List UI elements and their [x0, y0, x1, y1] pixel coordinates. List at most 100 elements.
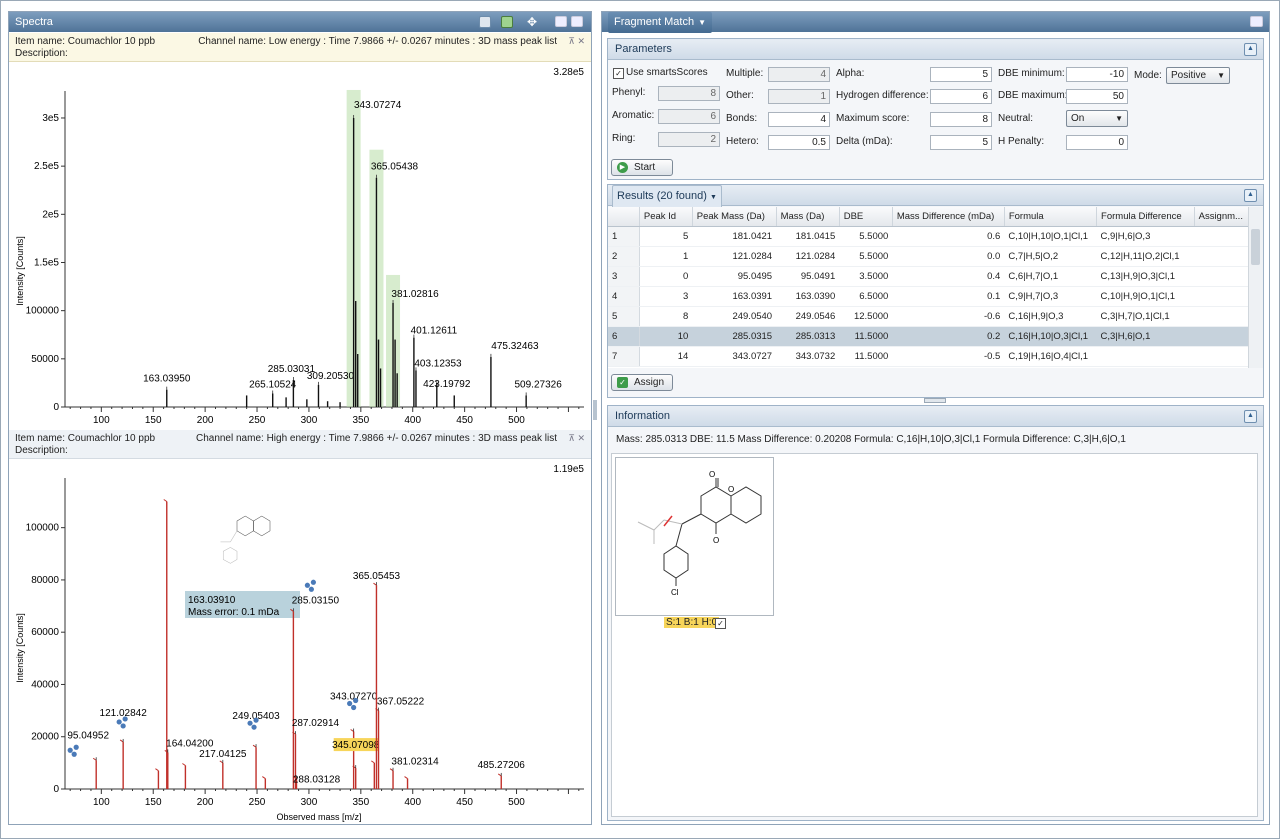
high-channel-name: Channel name: High energy : Time 7.9866 … — [195, 433, 557, 444]
chevron-down-icon: ▼ — [709, 194, 717, 201]
peak-cap — [219, 760, 224, 764]
mode-select[interactable]: Positive ▼ — [1166, 67, 1230, 84]
table-row[interactable]: 4 3 163.0391 163.0390 6.5000 0.1 C,9|H,7|O,3 C,… — [608, 286, 1263, 307]
table-cell: C,3|H,6|O,1 — [1096, 326, 1195, 347]
fragment-title: Fragment Match — [614, 16, 695, 28]
table-cell: 249.0546 — [776, 306, 840, 327]
x-tick-label: 300 — [301, 415, 318, 426]
maximize-icon[interactable] — [571, 16, 583, 27]
neutral-select[interactable]: On ▼ — [1066, 110, 1128, 127]
scroll-thumb[interactable] — [1251, 229, 1260, 265]
column-header[interactable]: Formula — [1004, 207, 1098, 227]
table-cell: 3.5000 — [839, 266, 893, 287]
hetero-field[interactable]: 0.5 — [768, 135, 830, 150]
y-tick-label: 100000 — [26, 306, 60, 317]
y-tick-label: 20000 — [31, 732, 59, 743]
pin-close-icon-2[interactable]: ⊼ ✕ — [568, 433, 585, 444]
column-header[interactable]: Mass Difference (mDa) — [892, 207, 1005, 227]
table-row[interactable]: 2 1 121.0284 121.0284 5.5000 0.0 C,7|H,5|O,2 C,… — [608, 246, 1263, 267]
y-tick-label: 80000 — [31, 575, 59, 586]
ring-label: Ring: — [612, 133, 636, 144]
table-cell: 8 — [639, 306, 693, 327]
peak-label: 285.03150 — [292, 595, 340, 606]
phenyl-field[interactable]: 8 — [658, 86, 720, 101]
information-header: Information ▲ — [608, 406, 1263, 427]
row-header-corner — [608, 207, 640, 227]
spectra-title: Spectra — [15, 16, 53, 28]
table-row[interactable]: 5 8 249.0540 249.0546 12.5000 -0.6 C,16|H,9|O,… — [608, 306, 1263, 327]
use-smarts-checkbox[interactable]: ✓ — [613, 68, 624, 79]
table-row[interactable]: 3 0 95.0495 95.0491 3.5000 0.4 C,6|H,7|O,1 C,13… — [608, 266, 1263, 287]
table-cell: C,3|H,7|O,1|Cl,1 — [1096, 306, 1195, 327]
hdiff-field[interactable]: 6 — [930, 89, 992, 104]
table-cell: 10 — [639, 326, 693, 347]
high-max-intensity: 1.19e5 — [553, 464, 584, 475]
multiple-field[interactable]: 4 — [768, 67, 830, 82]
y-tick-label: 50000 — [31, 354, 59, 365]
pin-close-icon[interactable]: ⊼ ✕ — [568, 36, 585, 47]
collapse-parameters-icon[interactable]: ▲ — [1244, 43, 1257, 56]
peak-label: 381.02816 — [391, 289, 439, 300]
x-tick-label: 400 — [404, 797, 421, 808]
structure-checkbox[interactable]: ✓ — [715, 618, 726, 629]
table-cell: C,16|H,10|O,3|Cl,1 — [1004, 326, 1097, 347]
delta-field[interactable]: 5 — [930, 135, 992, 150]
results-scrollbar[interactable] — [1248, 207, 1263, 368]
horizontal-splitter[interactable] — [924, 398, 946, 403]
table-cell: 343.0727 — [692, 346, 777, 367]
column-header[interactable]: Peak Id — [639, 207, 693, 227]
table-row[interactable]: 7 14 343.0727 343.0732 11.5000 -0.5 C,19|H,16|… — [608, 346, 1263, 367]
assign-label: Assign — [634, 377, 665, 388]
y-tick-label: 2.5e5 — [34, 161, 59, 172]
table-cell: -0.6 — [892, 306, 1005, 327]
table-cell: C,13|H,9|O,3|Cl,1 — [1096, 266, 1195, 287]
table-cell: 181.0415 — [776, 226, 840, 247]
start-button[interactable]: ▶ Start — [611, 159, 673, 176]
fragment-dot — [71, 751, 77, 757]
high-spectrum-plot[interactable]: 1.19e5 Intensity [Counts] Observed mass … — [9, 458, 591, 822]
dbemin-field[interactable]: -10 — [1066, 67, 1128, 82]
column-header[interactable]: Formula Difference — [1096, 207, 1195, 227]
ring-field[interactable]: 2 — [658, 132, 720, 147]
fragment-dot — [353, 697, 359, 704]
panel-options-icon[interactable] — [1250, 16, 1263, 27]
pan-icon[interactable]: ✥ — [527, 16, 539, 28]
table-cell: 343.0732 — [776, 346, 840, 367]
maxscore-field[interactable]: 8 — [930, 112, 992, 127]
mode-value: Positive — [1171, 70, 1207, 81]
bonds-field[interactable]: 4 — [768, 112, 830, 127]
peak-label: 345.07098 — [332, 740, 380, 751]
dbemax-field[interactable]: 50 — [1066, 89, 1128, 104]
alpha-field[interactable]: 5 — [930, 67, 992, 82]
structure-card[interactable]: O O O Cl — [615, 457, 774, 616]
results-tab[interactable]: Results (20 found) ▼ — [612, 185, 722, 209]
vertical-splitter[interactable] — [593, 400, 597, 420]
multiple-label: Multiple: — [726, 68, 764, 79]
table-row[interactable]: 6 10 285.0315 285.0313 11.5000 0.2 C,16|H,10|O… — [608, 326, 1263, 347]
table-cell: 5 — [639, 226, 693, 247]
fragment-title-bar: Fragment Match ▼ — [602, 12, 1269, 33]
column-header[interactable]: DBE — [839, 207, 893, 227]
assign-button[interactable]: ✓ Assign — [611, 374, 673, 391]
column-header[interactable]: Mass (Da) — [776, 207, 840, 227]
high-description: Description: — [15, 445, 68, 456]
other-field[interactable]: 1 — [768, 89, 830, 104]
column-header[interactable]: Peak Mass (Da) — [692, 207, 777, 227]
table-cell: 5.5000 — [839, 246, 893, 267]
fragment-dot — [253, 717, 259, 723]
collapse-information-icon[interactable]: ▲ — [1244, 410, 1257, 423]
table-row[interactable]: 1 5 181.0421 181.0415 5.5000 0.6 C,10|H,10|O,1… — [608, 226, 1263, 247]
collapse-results-icon[interactable]: ▲ — [1244, 189, 1257, 202]
aromatic-field[interactable]: 6 — [658, 109, 720, 124]
spectra-title-bar: Spectra ✥ — [9, 12, 591, 32]
fragment-match-menu[interactable]: Fragment Match ▼ — [608, 12, 713, 33]
peak-cap — [92, 757, 97, 761]
table-icon[interactable] — [479, 16, 491, 28]
x-tick-label: 150 — [145, 797, 162, 808]
minimize-icon[interactable] — [555, 16, 567, 27]
export-icon[interactable] — [501, 16, 513, 28]
fragment-dot — [351, 704, 357, 711]
low-spectrum-plot[interactable]: 3.28e5 Intensity [Counts] 0 50000 100000 1.… — [9, 61, 591, 429]
low-ylabel: Intensity [Counts] — [15, 236, 25, 306]
hpen-field[interactable]: 0 — [1066, 135, 1128, 150]
